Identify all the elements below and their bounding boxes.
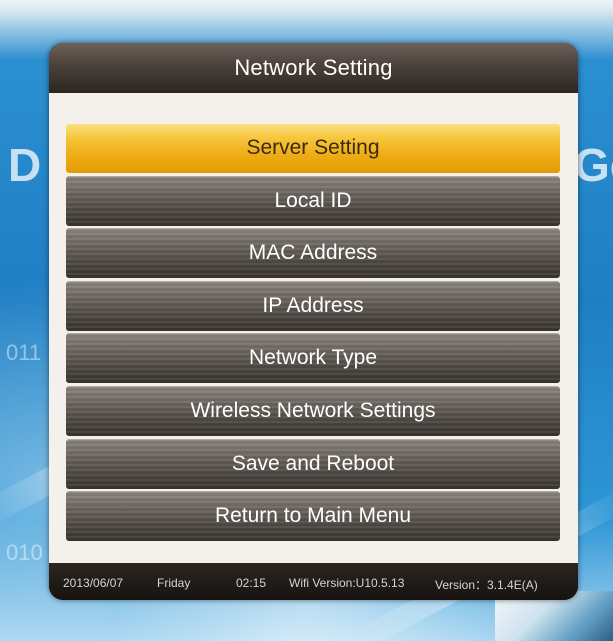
status-day: Friday (157, 576, 191, 590)
menu-item-label: Wireless Network Settings (190, 398, 436, 422)
menu-item-label: Local ID (274, 188, 352, 212)
menu-item-wireless-network-settings[interactable]: Wireless Network Settings (66, 385, 560, 436)
menu-item-network-type[interactable]: Network Type (66, 333, 560, 384)
menu-item-server-setting[interactable]: Server Setting (66, 123, 560, 173)
menu-item-mac-address[interactable]: MAC Address (66, 228, 560, 279)
background-number: 010 (6, 540, 43, 565)
menu-item-return-to-main-menu[interactable]: Return to Main Menu (66, 491, 560, 542)
status-bar: 2013/06/07 Friday 02:15 Wifi Version:U10… (49, 563, 578, 600)
dialog-header: Network Setting (49, 43, 578, 93)
background-letter: Gc (574, 139, 613, 191)
status-version: Version：3.1.4E(A) (435, 578, 538, 592)
dialog-title: Network Setting (234, 55, 393, 80)
background-letter: D (8, 139, 42, 191)
menu-item-ip-address[interactable]: IP Address (66, 280, 560, 331)
menu-item-label: Return to Main Menu (214, 504, 412, 528)
dialog-body: Server Setting Local ID MAC Address IP A… (49, 93, 578, 563)
network-menu: Server Setting Local ID MAC Address IP A… (66, 123, 560, 544)
menu-item-label: Save and Reboot (231, 451, 395, 475)
menu-item-label: MAC Address (248, 241, 378, 265)
menu-item-save-and-reboot[interactable]: Save and Reboot (66, 438, 560, 489)
menu-item-label: Server Setting (246, 136, 380, 159)
status-time: 02:15 (236, 576, 267, 590)
background-number: 011 (6, 340, 42, 365)
menu-item-label: IP Address (262, 293, 364, 317)
status-wifi-version: Wifi Version:U10.5.13 (289, 576, 405, 590)
network-setting-dialog: Network Setting Server Setting Local ID … (49, 43, 578, 600)
menu-item-local-id[interactable]: Local ID (66, 175, 560, 226)
menu-item-label: Network Type (249, 346, 377, 370)
status-date: 2013/06/07 (63, 576, 124, 590)
